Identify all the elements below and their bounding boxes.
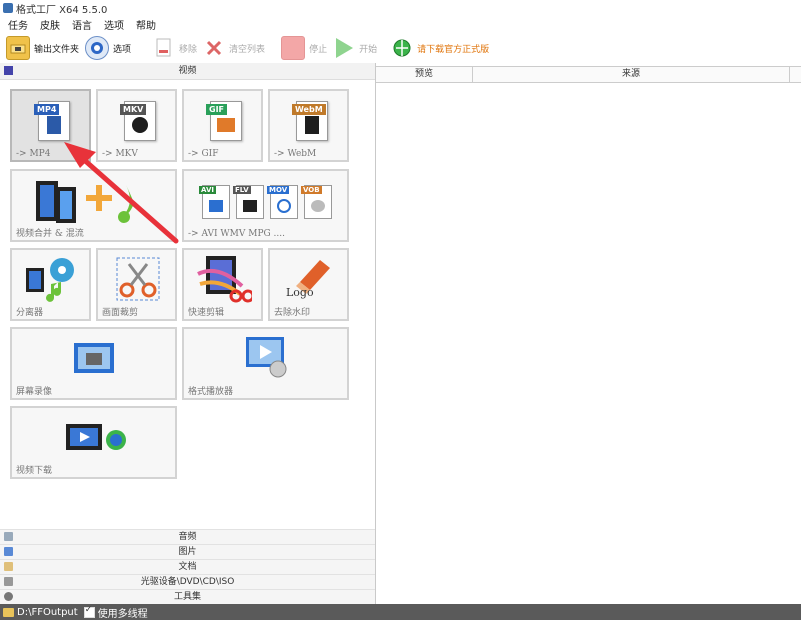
category-image[interactable]: 图片 [0,544,375,559]
folder-icon [3,607,14,617]
category-optical-drive[interactable]: 光驱设备\DVD\CD\ISO [0,574,375,589]
menu-help[interactable]: 帮助 [136,17,156,32]
video-section-icon [4,66,13,75]
disc-icon [4,577,13,586]
tile-format-player[interactable]: 格式播放器 [182,327,349,400]
task-list[interactable]: 预览 来源 [376,63,801,604]
vob-tag: VOB [301,185,332,219]
category-tools[interactable]: 工具集 [0,589,375,604]
logo-text: Logo [286,286,314,299]
screen-record-icon [74,343,114,373]
tile-to-gif[interactable]: GIF -> GIF [182,89,263,162]
tile-video-download[interactable]: 视频下载 [10,406,177,479]
status-bar: D:\FFOutput 使用多线程 [0,604,801,620]
output-folder-button[interactable]: 输出文件夹 [6,34,79,62]
remove-icon [153,37,175,59]
tools-icon [4,592,13,601]
globe-icon [391,37,413,59]
clear-list-button[interactable]: 清空列表 [203,34,265,62]
menu-skin[interactable]: 皮肤 [40,17,60,32]
tile-to-avi-wmv-mpg[interactable]: AVI FLV MOV VOB -> AVI WMV MPG .... [182,169,349,242]
tile-screen-record[interactable]: 屏幕录像 [10,327,177,400]
toolbar: 输出文件夹 选项 移除 清空列表 停止 开始 请下载官方正式版 [0,33,801,63]
app-icon [3,3,13,13]
gif-file-icon: GIF [206,101,242,141]
multithread-checkbox[interactable] [83,605,95,618]
window-title: 格式工厂 X64 5.5.0 [16,4,108,16]
mp4-file-icon: MP4 [34,101,70,141]
tile-remove-watermark[interactable]: Logo 去除水印 [268,248,349,321]
menu-options[interactable]: 选项 [104,17,124,32]
clear-icon [203,37,225,59]
tile-quick-cut[interactable]: 快速剪辑 [182,248,263,321]
category-list: 音频 图片 文档 光驱设备\DVD\CD\ISO 工具集 [0,529,375,604]
audio-icon [4,532,13,541]
category-audio[interactable]: 音频 [0,529,375,544]
player-icon [246,337,287,378]
tile-video-merge[interactable]: 视频合并 & 混流 [10,169,177,242]
menu-bar: 任务 皮肤 语言 选项 帮助 [0,16,801,33]
quick-cut-icon [197,256,252,303]
multithread-label: 使用多线程 [97,608,148,620]
video-download-icon [66,424,126,450]
remove-button[interactable]: 移除 [153,34,197,62]
folder-icon [6,36,30,60]
menu-language[interactable]: 语言 [72,17,92,32]
mkv-file-icon: MKV [120,101,156,141]
task-list-header: 预览 来源 [376,66,801,83]
options-icon [85,36,110,60]
title-bar: 格式工厂 X64 5.5.0 [0,0,801,16]
flv-tag: FLV [233,185,264,219]
webm-file-icon: WebM [292,101,328,141]
video-section-header[interactable]: 视频 [0,63,375,80]
tile-crop[interactable]: 画面裁剪 [96,248,177,321]
document-icon [4,562,13,571]
splitter-icon [26,258,74,302]
column-source[interactable]: 来源 [473,67,790,82]
mov-tag: MOV [267,185,298,219]
options-button[interactable]: 选项 [85,34,131,62]
play-icon [333,37,355,59]
stop-icon [281,36,306,60]
avi-tag: AVI [199,185,230,219]
crop-icon [116,257,160,301]
function-panel: 视频 MP4 -> MP4 MKV -> MKV GIF -> GIF WebM… [0,63,376,604]
output-path[interactable]: D:\FFOutput [17,607,78,618]
download-official-button[interactable]: 请下载官方正式版 [391,34,489,62]
menu-task[interactable]: 任务 [8,17,28,32]
image-icon [4,547,13,556]
tile-to-mkv[interactable]: MKV -> MKV [96,89,177,162]
start-button[interactable]: 开始 [333,34,377,62]
tile-to-webm[interactable]: WebM -> WebM [268,89,349,162]
stop-button[interactable]: 停止 [281,34,327,62]
column-preview[interactable]: 预览 [376,67,473,82]
merge-icon [36,181,134,223]
category-document[interactable]: 文档 [0,559,375,574]
tile-splitter[interactable]: 分离器 [10,248,91,321]
tile-to-mp4[interactable]: MP4 -> MP4 [10,89,91,162]
